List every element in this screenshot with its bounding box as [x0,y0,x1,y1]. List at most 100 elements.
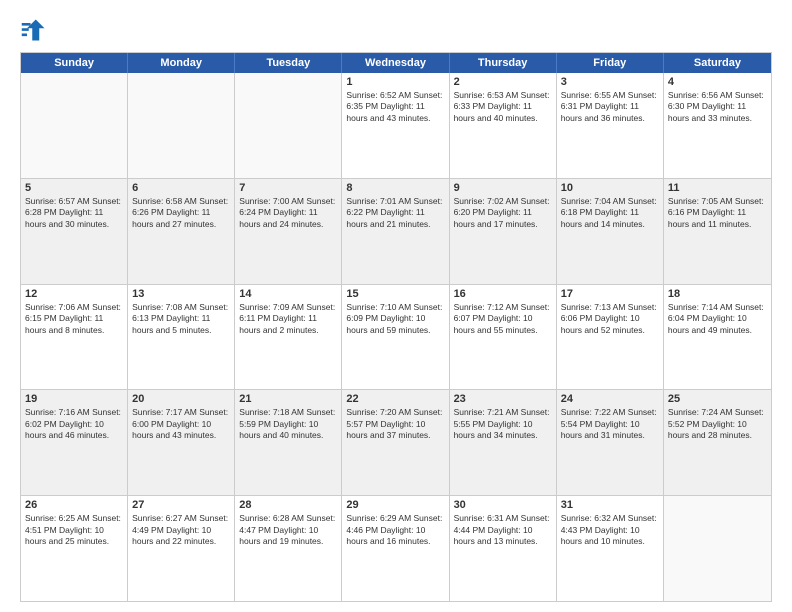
calendar-row-5: 26 Sunrise: 6:25 AM Sunset: 4:51 PM Dayli… [21,496,771,601]
calendar-cell: 28 Sunrise: 6:28 AM Sunset: 4:47 PM Dayli… [235,496,342,601]
day-number: 30 [454,499,552,511]
calendar-cell: 25 Sunrise: 7:24 AM Sunset: 5:52 PM Dayli… [664,390,771,495]
calendar-cell: 23 Sunrise: 7:21 AM Sunset: 5:55 PM Dayli… [450,390,557,495]
calendar-cell: 6Sunrise: 6:58 AM Sunset: 6:26 PM Daylig… [128,179,235,284]
header-cell-sunday: Sunday [21,53,128,73]
day-info: Sunrise: 7:17 AM Sunset: 6:00 PM Dayligh… [132,407,230,441]
calendar-cell: 1 Sunrise: 6:52 AM Sunset: 6:35 PM Daylig… [342,73,449,178]
calendar-header: SundayMondayTuesdayWednesdayThursdayFrid… [21,53,771,73]
day-info: Sunrise: 7:13 AM Sunset: 6:06 PM Dayligh… [561,302,659,336]
logo [20,16,52,44]
day-number: 1 [346,76,444,88]
calendar-cell: 16 Sunrise: 7:12 AM Sunset: 6:07 PM Dayli… [450,285,557,390]
calendar-cell: 9Sunrise: 7:02 AM Sunset: 6:20 PM Daylig… [450,179,557,284]
calendar-cell [235,73,342,178]
calendar-cell [21,73,128,178]
day-info: Sunrise: 7:14 AM Sunset: 6:04 PM Dayligh… [668,302,767,336]
day-info: Sunrise: 7:01 AM Sunset: 6:22 PM Dayligh… [346,196,444,230]
day-info: Sunrise: 7:09 AM Sunset: 6:11 PM Dayligh… [239,302,337,336]
day-number: 2 [454,76,552,88]
calendar-cell [128,73,235,178]
day-info: Sunrise: 7:10 AM Sunset: 6:09 PM Dayligh… [346,302,444,336]
day-number: 13 [132,288,230,300]
header-cell-saturday: Saturday [664,53,771,73]
calendar-cell: 11 Sunrise: 7:05 AM Sunset: 6:16 PM Dayli… [664,179,771,284]
day-info: Sunrise: 7:22 AM Sunset: 5:54 PM Dayligh… [561,407,659,441]
calendar-row-1: 1 Sunrise: 6:52 AM Sunset: 6:35 PM Daylig… [21,73,771,179]
header-cell-friday: Friday [557,53,664,73]
day-number: 26 [25,499,123,511]
calendar-cell: 13 Sunrise: 7:08 AM Sunset: 6:13 PM Dayli… [128,285,235,390]
day-info: Sunrise: 6:27 AM Sunset: 4:49 PM Dayligh… [132,513,230,547]
calendar-cell: 26 Sunrise: 6:25 AM Sunset: 4:51 PM Dayli… [21,496,128,601]
day-info: Sunrise: 7:20 AM Sunset: 5:57 PM Dayligh… [346,407,444,441]
calendar-cell: 10 Sunrise: 7:04 AM Sunset: 6:18 PM Dayli… [557,179,664,284]
calendar-row-4: 19 Sunrise: 7:16 AM Sunset: 6:02 PM Dayli… [21,390,771,496]
day-info: Sunrise: 7:08 AM Sunset: 6:13 PM Dayligh… [132,302,230,336]
day-info: Sunrise: 6:57 AM Sunset: 6:28 PM Dayligh… [25,196,123,230]
calendar-cell: 19 Sunrise: 7:16 AM Sunset: 6:02 PM Dayli… [21,390,128,495]
calendar-cell: 30Sunrise: 6:31 AM Sunset: 4:44 PM Dayli… [450,496,557,601]
calendar: SundayMondayTuesdayWednesdayThursdayFrid… [20,52,772,602]
day-number: 19 [25,393,123,405]
logo-icon [20,16,48,44]
day-number: 29 [346,499,444,511]
page: SundayMondayTuesdayWednesdayThursdayFrid… [0,0,792,612]
day-info: Sunrise: 7:18 AM Sunset: 5:59 PM Dayligh… [239,407,337,441]
day-info: Sunrise: 6:25 AM Sunset: 4:51 PM Dayligh… [25,513,123,547]
day-number: 14 [239,288,337,300]
day-number: 23 [454,393,552,405]
calendar-cell: 29 Sunrise: 6:29 AM Sunset: 4:46 PM Dayli… [342,496,449,601]
day-info: Sunrise: 6:29 AM Sunset: 4:46 PM Dayligh… [346,513,444,547]
day-number: 9 [454,182,552,194]
day-number: 22 [346,393,444,405]
calendar-row-3: 12 Sunrise: 7:06 AM Sunset: 6:15 PM Dayli… [21,285,771,391]
day-info: Sunrise: 6:56 AM Sunset: 6:30 PM Dayligh… [668,90,767,124]
day-number: 4 [668,76,767,88]
calendar-cell: 22 Sunrise: 7:20 AM Sunset: 5:57 PM Dayli… [342,390,449,495]
day-number: 16 [454,288,552,300]
day-info: Sunrise: 7:21 AM Sunset: 5:55 PM Dayligh… [454,407,552,441]
day-info: Sunrise: 6:53 AM Sunset: 6:33 PM Dayligh… [454,90,552,124]
day-number: 28 [239,499,337,511]
day-info: Sunrise: 7:24 AM Sunset: 5:52 PM Dayligh… [668,407,767,441]
calendar-cell: 24 Sunrise: 7:22 AM Sunset: 5:54 PM Dayli… [557,390,664,495]
day-info: Sunrise: 6:52 AM Sunset: 6:35 PM Dayligh… [346,90,444,124]
day-number: 3 [561,76,659,88]
calendar-cell: 4 Sunrise: 6:56 AM Sunset: 6:30 PM Daylig… [664,73,771,178]
calendar-cell: 14 Sunrise: 7:09 AM Sunset: 6:11 PM Dayli… [235,285,342,390]
calendar-row-2: 5 Sunrise: 6:57 AM Sunset: 6:28 PM Daylig… [21,179,771,285]
day-number: 20 [132,393,230,405]
day-number: 25 [668,393,767,405]
day-info: Sunrise: 7:06 AM Sunset: 6:15 PM Dayligh… [25,302,123,336]
day-number: 10 [561,182,659,194]
day-info: Sunrise: 7:05 AM Sunset: 6:16 PM Dayligh… [668,196,767,230]
day-number: 5 [25,182,123,194]
calendar-cell [664,496,771,601]
day-number: 17 [561,288,659,300]
day-number: 8 [346,182,444,194]
calendar-cell: 8 Sunrise: 7:01 AM Sunset: 6:22 PM Daylig… [342,179,449,284]
day-number: 15 [346,288,444,300]
day-number: 18 [668,288,767,300]
day-number: 24 [561,393,659,405]
day-number: 12 [25,288,123,300]
calendar-cell: 12 Sunrise: 7:06 AM Sunset: 6:15 PM Dayli… [21,285,128,390]
day-info: Sunrise: 6:28 AM Sunset: 4:47 PM Dayligh… [239,513,337,547]
day-info: Sunrise: 6:55 AM Sunset: 6:31 PM Dayligh… [561,90,659,124]
day-number: 21 [239,393,337,405]
calendar-cell: 7Sunrise: 7:00 AM Sunset: 6:24 PM Daylig… [235,179,342,284]
header-cell-tuesday: Tuesday [235,53,342,73]
day-number: 6 [132,182,230,194]
day-info: Sunrise: 7:16 AM Sunset: 6:02 PM Dayligh… [25,407,123,441]
calendar-cell: 18 Sunrise: 7:14 AM Sunset: 6:04 PM Dayli… [664,285,771,390]
calendar-cell: 2 Sunrise: 6:53 AM Sunset: 6:33 PM Daylig… [450,73,557,178]
day-number: 31 [561,499,659,511]
day-number: 27 [132,499,230,511]
header [20,16,772,44]
day-info: Sunrise: 7:04 AM Sunset: 6:18 PM Dayligh… [561,196,659,230]
day-info: Sunrise: 7:12 AM Sunset: 6:07 PM Dayligh… [454,302,552,336]
calendar-cell: 20 Sunrise: 7:17 AM Sunset: 6:00 PM Dayli… [128,390,235,495]
day-number: 11 [668,182,767,194]
calendar-cell: 3 Sunrise: 6:55 AM Sunset: 6:31 PM Daylig… [557,73,664,178]
